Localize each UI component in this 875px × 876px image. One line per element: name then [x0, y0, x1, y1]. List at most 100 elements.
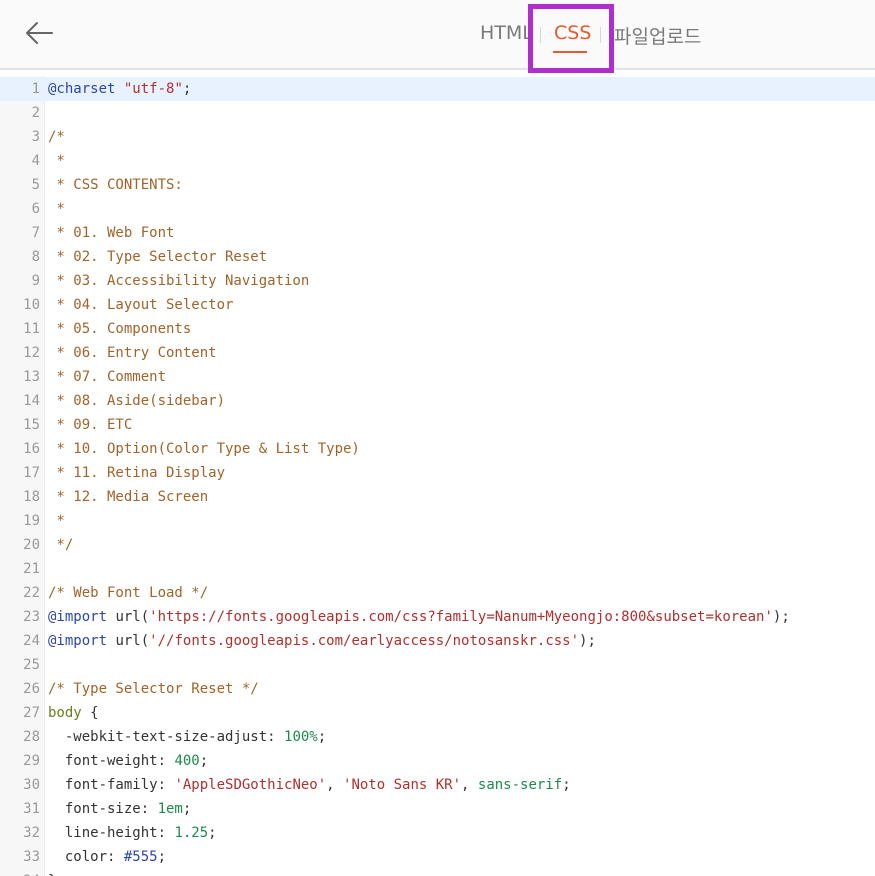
code-token: * 10. Option(Color Type & List Type) [48, 441, 360, 457]
code-line[interactable]: 27 body { [0, 701, 875, 725]
code-token: @import [48, 633, 108, 649]
code-line[interactable]: 28 -webkit-text-size-adjust: 100%; [0, 725, 875, 749]
code-line[interactable]: 15 * 09. ETC [0, 413, 875, 437]
code-token: * CSS CONTENTS: [48, 177, 183, 193]
code-text: */ [48, 533, 73, 557]
code-token: sans-serif [477, 777, 563, 793]
code-line[interactable]: 21 [0, 557, 875, 581]
code-token: -webkit-text-size-adjust [48, 729, 268, 745]
code-token: * [48, 513, 65, 529]
code-line[interactable]: 33 color: #555; [0, 845, 875, 869]
code-token: * 06. Entry Content [48, 345, 217, 361]
code-line[interactable]: 34} [0, 869, 875, 876]
line-number: 29 [23, 753, 40, 769]
code-token: url( [107, 633, 150, 649]
code-token: 'Noto Sans KR' [343, 777, 462, 793]
code-line[interactable]: 31 font-size: 1em; [0, 797, 875, 821]
code-line[interactable]: 2 [0, 101, 875, 125]
code-line[interactable]: 12 * 06. Entry Content [0, 341, 875, 365]
code-line[interactable]: 8 * 02. Type Selector Reset [0, 245, 875, 269]
code-line[interactable]: 18 * 12. Media Screen [0, 485, 875, 509]
code-token: /* Web Font Load */ [48, 585, 209, 601]
code-token: #555 [123, 849, 158, 865]
code-line[interactable]: 25 [0, 653, 875, 677]
code-token: * 08. Aside(sidebar) [48, 393, 226, 409]
code-line[interactable]: 5 * CSS CONTENTS: [0, 173, 875, 197]
code-editor[interactable]: 1 @charset "utf-8"; 2 3/* 4 * 5 * CSS CONTENT… [0, 76, 875, 876]
code-line[interactable]: 6 * [0, 197, 875, 221]
code-token: font-weight [48, 753, 158, 769]
code-line[interactable]: 22 /* Web Font Load */ [0, 581, 875, 605]
code-line[interactable]: 26 /* Type Selector Reset */ [0, 677, 875, 701]
tab-html[interactable]: HTML [480, 22, 533, 44]
code-token: body [48, 705, 82, 721]
code-token: 'AppleSDGothicNeo' [174, 777, 327, 793]
code-text: * [48, 149, 65, 173]
code-line[interactable]: 24 @import url('//fonts.googleapis.com/ea… [0, 629, 875, 653]
code-text: * CSS CONTENTS: [48, 173, 183, 197]
code-token: ; [182, 801, 192, 817]
code-line[interactable]: 20 */ [0, 533, 875, 557]
code-token: * [48, 153, 65, 169]
line-number: 30 [23, 777, 40, 793]
code-line[interactable]: 9 * 03. Accessibility Navigation [0, 269, 875, 293]
code-line[interactable]: 11 * 05. Components [0, 317, 875, 341]
code-text: * 06. Entry Content [48, 341, 217, 365]
code-text: * 08. Aside(sidebar) [48, 389, 225, 413]
code-token: ); [772, 609, 790, 625]
code-text: * [48, 509, 65, 533]
code-token: 1.25 [174, 825, 209, 841]
code-token: : [267, 729, 285, 745]
code-text: font-size: 1em; [48, 797, 191, 821]
code-token: 'https://fonts.googleapis.com/css?family… [149, 609, 773, 625]
code-token: * 02. Type Selector Reset [48, 249, 268, 265]
code-line[interactable]: 32 line-height: 1.25; [0, 821, 875, 845]
code-text: * 10. Option(Color Type & List Type) [48, 437, 360, 461]
code-text: * 11. Retina Display [48, 461, 225, 485]
code-line[interactable]: 7 * 01. Web Font [0, 221, 875, 245]
code-text: /* Web Font Load */ [48, 581, 208, 605]
line-number: 4 [31, 153, 40, 169]
code-line[interactable]: 17 * 11. Retina Display [0, 461, 875, 485]
line-number: 14 [23, 393, 40, 409]
line-number: 2 [31, 105, 40, 121]
editor-header: HTML CSS 파일업로드 [0, 0, 875, 73]
code-token: * [48, 201, 65, 217]
code-line[interactable]: 4 * [0, 149, 875, 173]
code-line[interactable]: 29 font-weight: 400; [0, 749, 875, 773]
code-token: line-height [48, 825, 158, 841]
code-line[interactable]: 19 * [0, 509, 875, 533]
tab-file-upload[interactable]: 파일업로드 [614, 22, 701, 49]
code-token: font-size [48, 801, 141, 817]
line-number: 15 [23, 417, 40, 433]
code-line[interactable]: 30 font-family: 'AppleSDGothicNeo', 'Not… [0, 773, 875, 797]
line-number: 24 [23, 633, 40, 649]
code-token: ; [182, 81, 192, 97]
code-token: url( [107, 609, 150, 625]
code-line[interactable]: 23 @import url('https://fonts.googleapis.… [0, 605, 875, 629]
code-token: * 11. Retina Display [48, 465, 226, 481]
code-line[interactable]: 1 @charset "utf-8"; [0, 77, 875, 101]
code-token: * 07. Comment [48, 369, 167, 385]
code-text: @import url('//fonts.googleapis.com/earl… [48, 629, 596, 653]
code-token: : [157, 753, 175, 769]
code-token: * 03. Accessibility Navigation [48, 273, 310, 289]
code-line[interactable]: 13 * 07. Comment [0, 365, 875, 389]
code-token: * 04. Layout Selector [48, 297, 234, 313]
code-text: * 12. Media Screen [48, 485, 208, 509]
code-line[interactable]: 10 * 04. Layout Selector [0, 293, 875, 317]
code-text: color: #555; [48, 845, 166, 869]
code-token: * 01. Web Font [48, 225, 175, 241]
code-text: * 04. Layout Selector [48, 293, 233, 317]
line-number: 16 [23, 441, 40, 457]
code-token: ); [579, 633, 596, 649]
code-token: , [461, 777, 478, 793]
code-line[interactable]: 3 /* [0, 125, 875, 149]
code-line[interactable]: 16 * 10. Option(Color Type & List Type) [0, 437, 875, 461]
code-token: */ [48, 537, 74, 553]
line-number: 7 [31, 225, 40, 241]
code-text: * 03. Accessibility Navigation [48, 269, 309, 293]
line-number: 20 [23, 537, 40, 553]
code-line[interactable]: 14 * 08. Aside(sidebar) [0, 389, 875, 413]
line-number: 22 [23, 585, 40, 601]
